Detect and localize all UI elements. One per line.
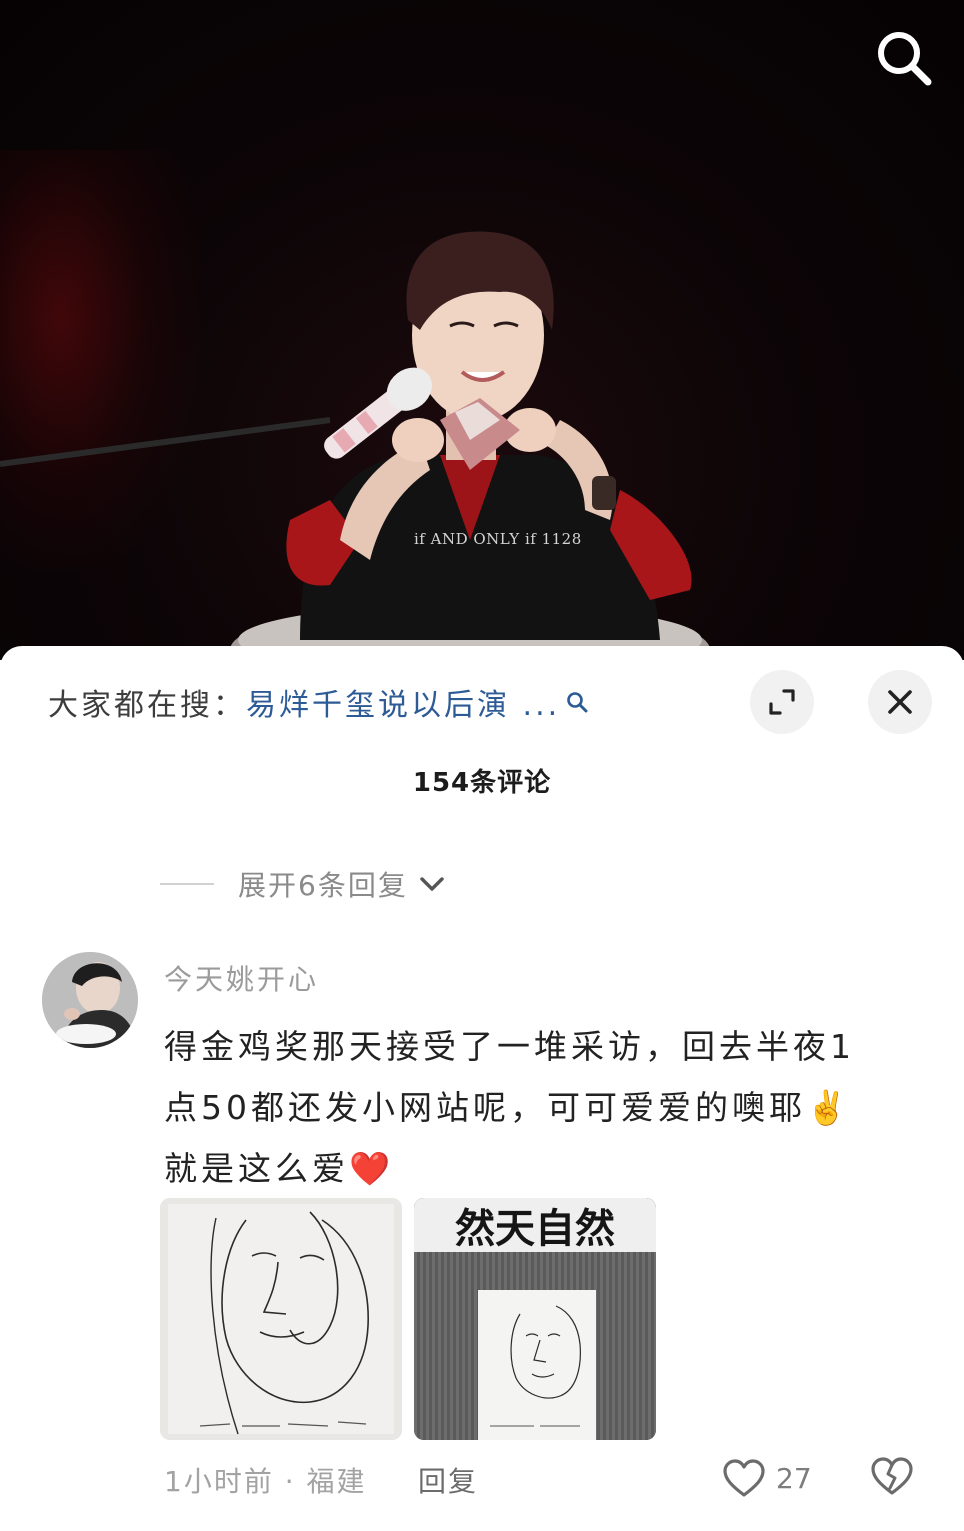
- thumbnail-banner-text: 然天自然: [455, 1206, 615, 1252]
- avatar-image: [42, 952, 138, 1048]
- comment-text-line: 点50都还发小网站呢，可可爱爱的噢耶✌️: [164, 1088, 852, 1127]
- close-icon: [888, 690, 912, 714]
- search-icon: [878, 32, 932, 86]
- broken-heart-icon: [871, 1457, 913, 1495]
- framed-drawing-image: 然天自然: [414, 1198, 656, 1440]
- comment-count-title: 154条评论: [412, 768, 552, 798]
- expand-icon: [769, 689, 795, 715]
- close-button[interactable]: [868, 670, 932, 734]
- like-count: 27: [776, 1461, 812, 1495]
- comment-text: 得金鸡奖那天接受了一堆采访，回去半夜1 点50都还发小网站呢，可可爱爱的噢耶✌️…: [164, 1016, 924, 1199]
- comment-text-line: 就是这么爱❤️: [164, 1149, 395, 1188]
- hot-search-term[interactable]: 易烊千玺说以后演 ...: [246, 680, 560, 724]
- hot-search-prefix: 大家都在搜：: [48, 688, 246, 723]
- heart-icon: [723, 1459, 765, 1497]
- dislike-button[interactable]: [870, 1456, 914, 1500]
- like-button[interactable]: 27: [722, 1456, 812, 1500]
- video-frame-performer: [0, 231, 710, 660]
- comment-text-line: 得金鸡奖那天接受了一堆采访，回去半夜1: [164, 1027, 855, 1066]
- expand-replies-label: 展开6条回复: [238, 869, 408, 902]
- comment-image-1[interactable]: [160, 1198, 402, 1440]
- reply-button[interactable]: 回复: [418, 1460, 478, 1500]
- video-player[interactable]: if AND ONLY if 1128: [0, 0, 964, 660]
- divider: [160, 883, 214, 885]
- comment-image-2[interactable]: 然天自然: [414, 1198, 656, 1440]
- expand-button[interactable]: [750, 670, 814, 734]
- video-watermark: if AND ONLY if 1128: [414, 530, 582, 548]
- video-search-button[interactable]: [868, 22, 940, 94]
- comment-username[interactable]: 今天姚开心: [164, 958, 319, 998]
- comment-time-location: 1小时前 · 福建: [164, 1465, 367, 1498]
- comment-sheet: 大家都在搜： 易烊千玺说以后演 ... 154条评论 展开6条回复 今天姚开心 …: [0, 646, 964, 1531]
- avatar[interactable]: [42, 952, 138, 1048]
- hot-search-bar[interactable]: 大家都在搜： 易烊千玺说以后演 ...: [48, 680, 688, 724]
- expand-replies-button[interactable]: 展开6条回复: [160, 866, 446, 902]
- line-drawing-image: [160, 1198, 402, 1440]
- search-icon: [566, 691, 588, 713]
- chevron-down-icon: [418, 874, 446, 894]
